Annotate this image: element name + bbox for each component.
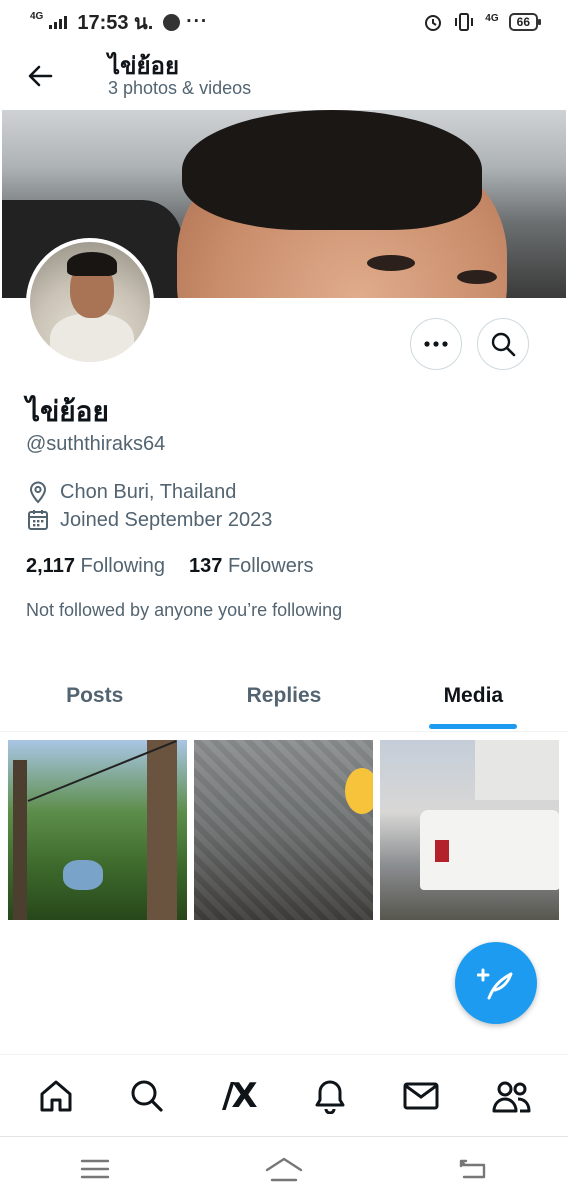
network-type-right: 4G xyxy=(485,13,499,24)
more-options-button[interactable] xyxy=(410,318,462,370)
joined-row: Joined September 2023 xyxy=(26,508,272,532)
media-thumbnail[interactable] xyxy=(380,740,559,920)
status-time: 17:53 น. xyxy=(77,12,154,34)
search-profile-button[interactable] xyxy=(477,318,529,370)
nav-communities[interactable] xyxy=(488,1072,536,1120)
home-button[interactable] xyxy=(260,1149,308,1189)
compose-post-button[interactable] xyxy=(455,942,537,1024)
more-horizontal-icon xyxy=(424,341,448,347)
bottom-navigation: /X xyxy=(0,1054,568,1136)
nav-search[interactable] xyxy=(123,1072,171,1120)
joined-text: Joined September 2023 xyxy=(60,508,273,531)
nav-home[interactable] xyxy=(32,1072,80,1120)
home-icon xyxy=(40,1080,72,1111)
profile-name: ไข่ย้อย xyxy=(26,396,109,427)
profile-tabs: Posts Replies Media xyxy=(0,660,568,732)
bell-icon xyxy=(315,1080,345,1114)
profile-header: ไข่ย้อย 3 photos & videos xyxy=(0,44,568,110)
location-text: Chon Buri, Thailand xyxy=(60,480,237,503)
grok-icon: /X xyxy=(221,1075,258,1116)
profile-handle: @suththiraks64 xyxy=(26,433,166,455)
tab-replies[interactable]: Replies xyxy=(189,660,378,731)
follow-stats: 2,117 Following 137 Followers xyxy=(26,555,314,578)
following-label: Following xyxy=(80,555,165,577)
location-row: Chon Buri, Thailand xyxy=(26,480,236,504)
header-subtitle: 3 photos & videos xyxy=(108,78,252,98)
followers-link[interactable]: 137 Followers xyxy=(189,555,314,578)
calendar-icon xyxy=(28,510,48,530)
network-type: 4G xyxy=(30,11,44,22)
recent-apps-button[interactable] xyxy=(71,1149,119,1189)
signal-icon xyxy=(49,15,68,29)
alarm-icon xyxy=(425,15,442,31)
followers-label: Followers xyxy=(227,555,314,577)
tab-media[interactable]: Media xyxy=(379,660,568,731)
tab-posts[interactable]: Posts xyxy=(0,660,189,731)
battery-icon: 66 xyxy=(508,13,542,31)
search-icon xyxy=(491,332,516,357)
nav-messages[interactable] xyxy=(397,1072,445,1120)
search-icon xyxy=(131,1080,163,1112)
arrow-left-icon xyxy=(28,65,53,87)
home-outline-icon xyxy=(265,1157,303,1181)
compose-feather-icon xyxy=(477,968,513,1000)
nav-notifications[interactable] xyxy=(306,1072,354,1120)
not-followed-text: Not followed by anyone you’re following xyxy=(26,600,343,620)
mail-icon xyxy=(403,1082,439,1109)
app-notification-icon xyxy=(163,13,181,31)
following-link[interactable]: 2,117 Following xyxy=(26,555,165,578)
emoji-sticker-icon xyxy=(345,768,373,814)
more-notifications-icon: ··· xyxy=(186,11,209,32)
nav-grok[interactable]: /X xyxy=(214,1072,262,1120)
back-system-button[interactable] xyxy=(449,1149,497,1189)
media-thumbnail[interactable] xyxy=(194,740,373,920)
status-bar: 4G 17:53 น. ··· 4G 66 xyxy=(0,0,568,44)
vibrate-icon xyxy=(455,13,474,31)
menu-lines-icon xyxy=(80,1159,109,1178)
location-pin-icon xyxy=(29,481,47,504)
back-button[interactable] xyxy=(20,56,60,96)
followers-count: 137 xyxy=(189,555,223,577)
back-system-icon xyxy=(460,1159,486,1178)
media-thumbnail[interactable] xyxy=(8,740,187,920)
system-navigation xyxy=(0,1136,568,1200)
media-grid xyxy=(8,740,560,920)
communities-icon xyxy=(492,1081,531,1112)
avatar[interactable] xyxy=(26,238,154,366)
following-count: 2,117 xyxy=(26,555,75,577)
